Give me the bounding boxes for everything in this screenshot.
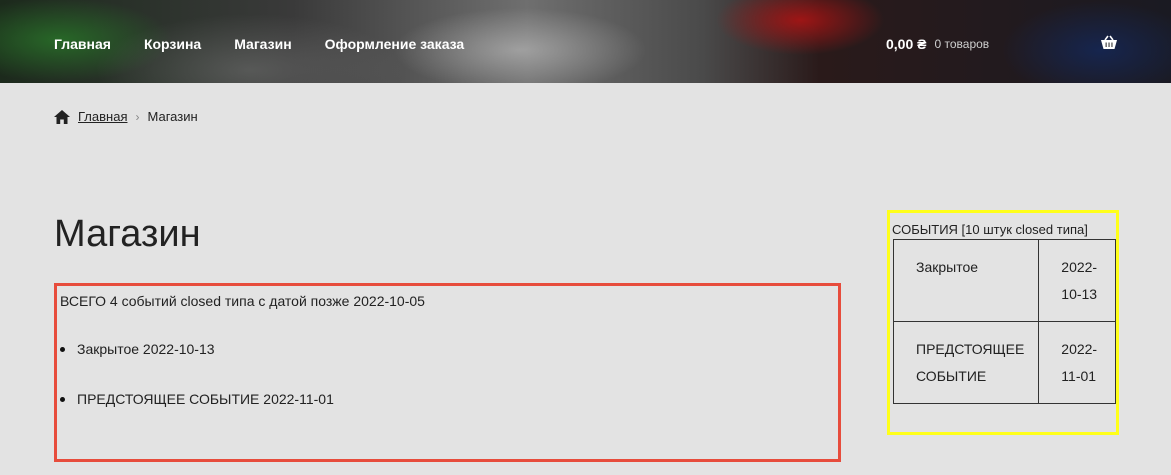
cart-amount[interactable]: 0,00 ₴ [886,36,926,52]
nav-checkout[interactable]: Оформление заказа [325,36,465,52]
page-title: Магазин [54,213,201,255]
event-name-cell: ПРЕДСТОЯЩЕЕ СОБЫТИЕ [892,321,1040,404]
event-date-cell: 2022-11-01 [1038,321,1116,404]
basket-icon[interactable] [1100,35,1118,51]
nav-shop[interactable]: Магазин [234,36,291,52]
site-header: Главная Корзина Магазин Оформление заказ… [0,0,1171,83]
home-icon[interactable] [54,109,70,124]
table-row: Закрытое 2022-10-13 [892,239,1116,322]
list-item: Закрытое 2022-10-13 [60,341,215,357]
event-name-cell: Закрытое [892,239,1040,322]
bullet-icon [60,346,65,352]
table-row: ПРЕДСТОЯЩЕЕ СОБЫТИЕ 2022-11-01 [892,321,1116,404]
breadcrumb-current: Магазин [147,109,198,124]
chevron-right-icon: › [135,109,140,124]
breadcrumb: Главная › Магазин [54,109,198,124]
closed-events-summary: ВСЕГО 4 событий closed типа с датой позж… [60,293,425,309]
events-table-caption: СОБЫТИЯ [10 штук closed типа] [892,222,1088,237]
list-item-text: Закрытое 2022-10-13 [77,341,215,357]
breadcrumb-home[interactable]: Главная [78,109,127,124]
nav-home[interactable]: Главная [54,36,111,52]
events-table: Закрытое 2022-10-13 ПРЕДСТОЯЩЕЕ СОБЫТИЕ … [892,239,1116,404]
list-item-text: ПРЕДСТОЯЩЕЕ СОБЫТИЕ 2022-11-01 [77,391,334,407]
events-sidebar-widget: СОБЫТИЯ [10 штук closed типа] Закрытое 2… [887,210,1119,435]
event-date-cell: 2022-10-13 [1038,239,1116,322]
nav-cart[interactable]: Корзина [144,36,201,52]
list-item: ПРЕДСТОЯЩЕЕ СОБЫТИЕ 2022-11-01 [60,391,334,407]
bullet-icon [60,396,65,402]
main-nav: Главная Корзина Магазин Оформление заказ… [54,36,497,52]
cart-count[interactable]: 0 товаров [934,37,989,51]
header-cart[interactable]: 0,00 ₴ 0 товаров [886,36,989,52]
closed-events-widget: ВСЕГО 4 событий closed типа с датой позж… [54,283,841,462]
